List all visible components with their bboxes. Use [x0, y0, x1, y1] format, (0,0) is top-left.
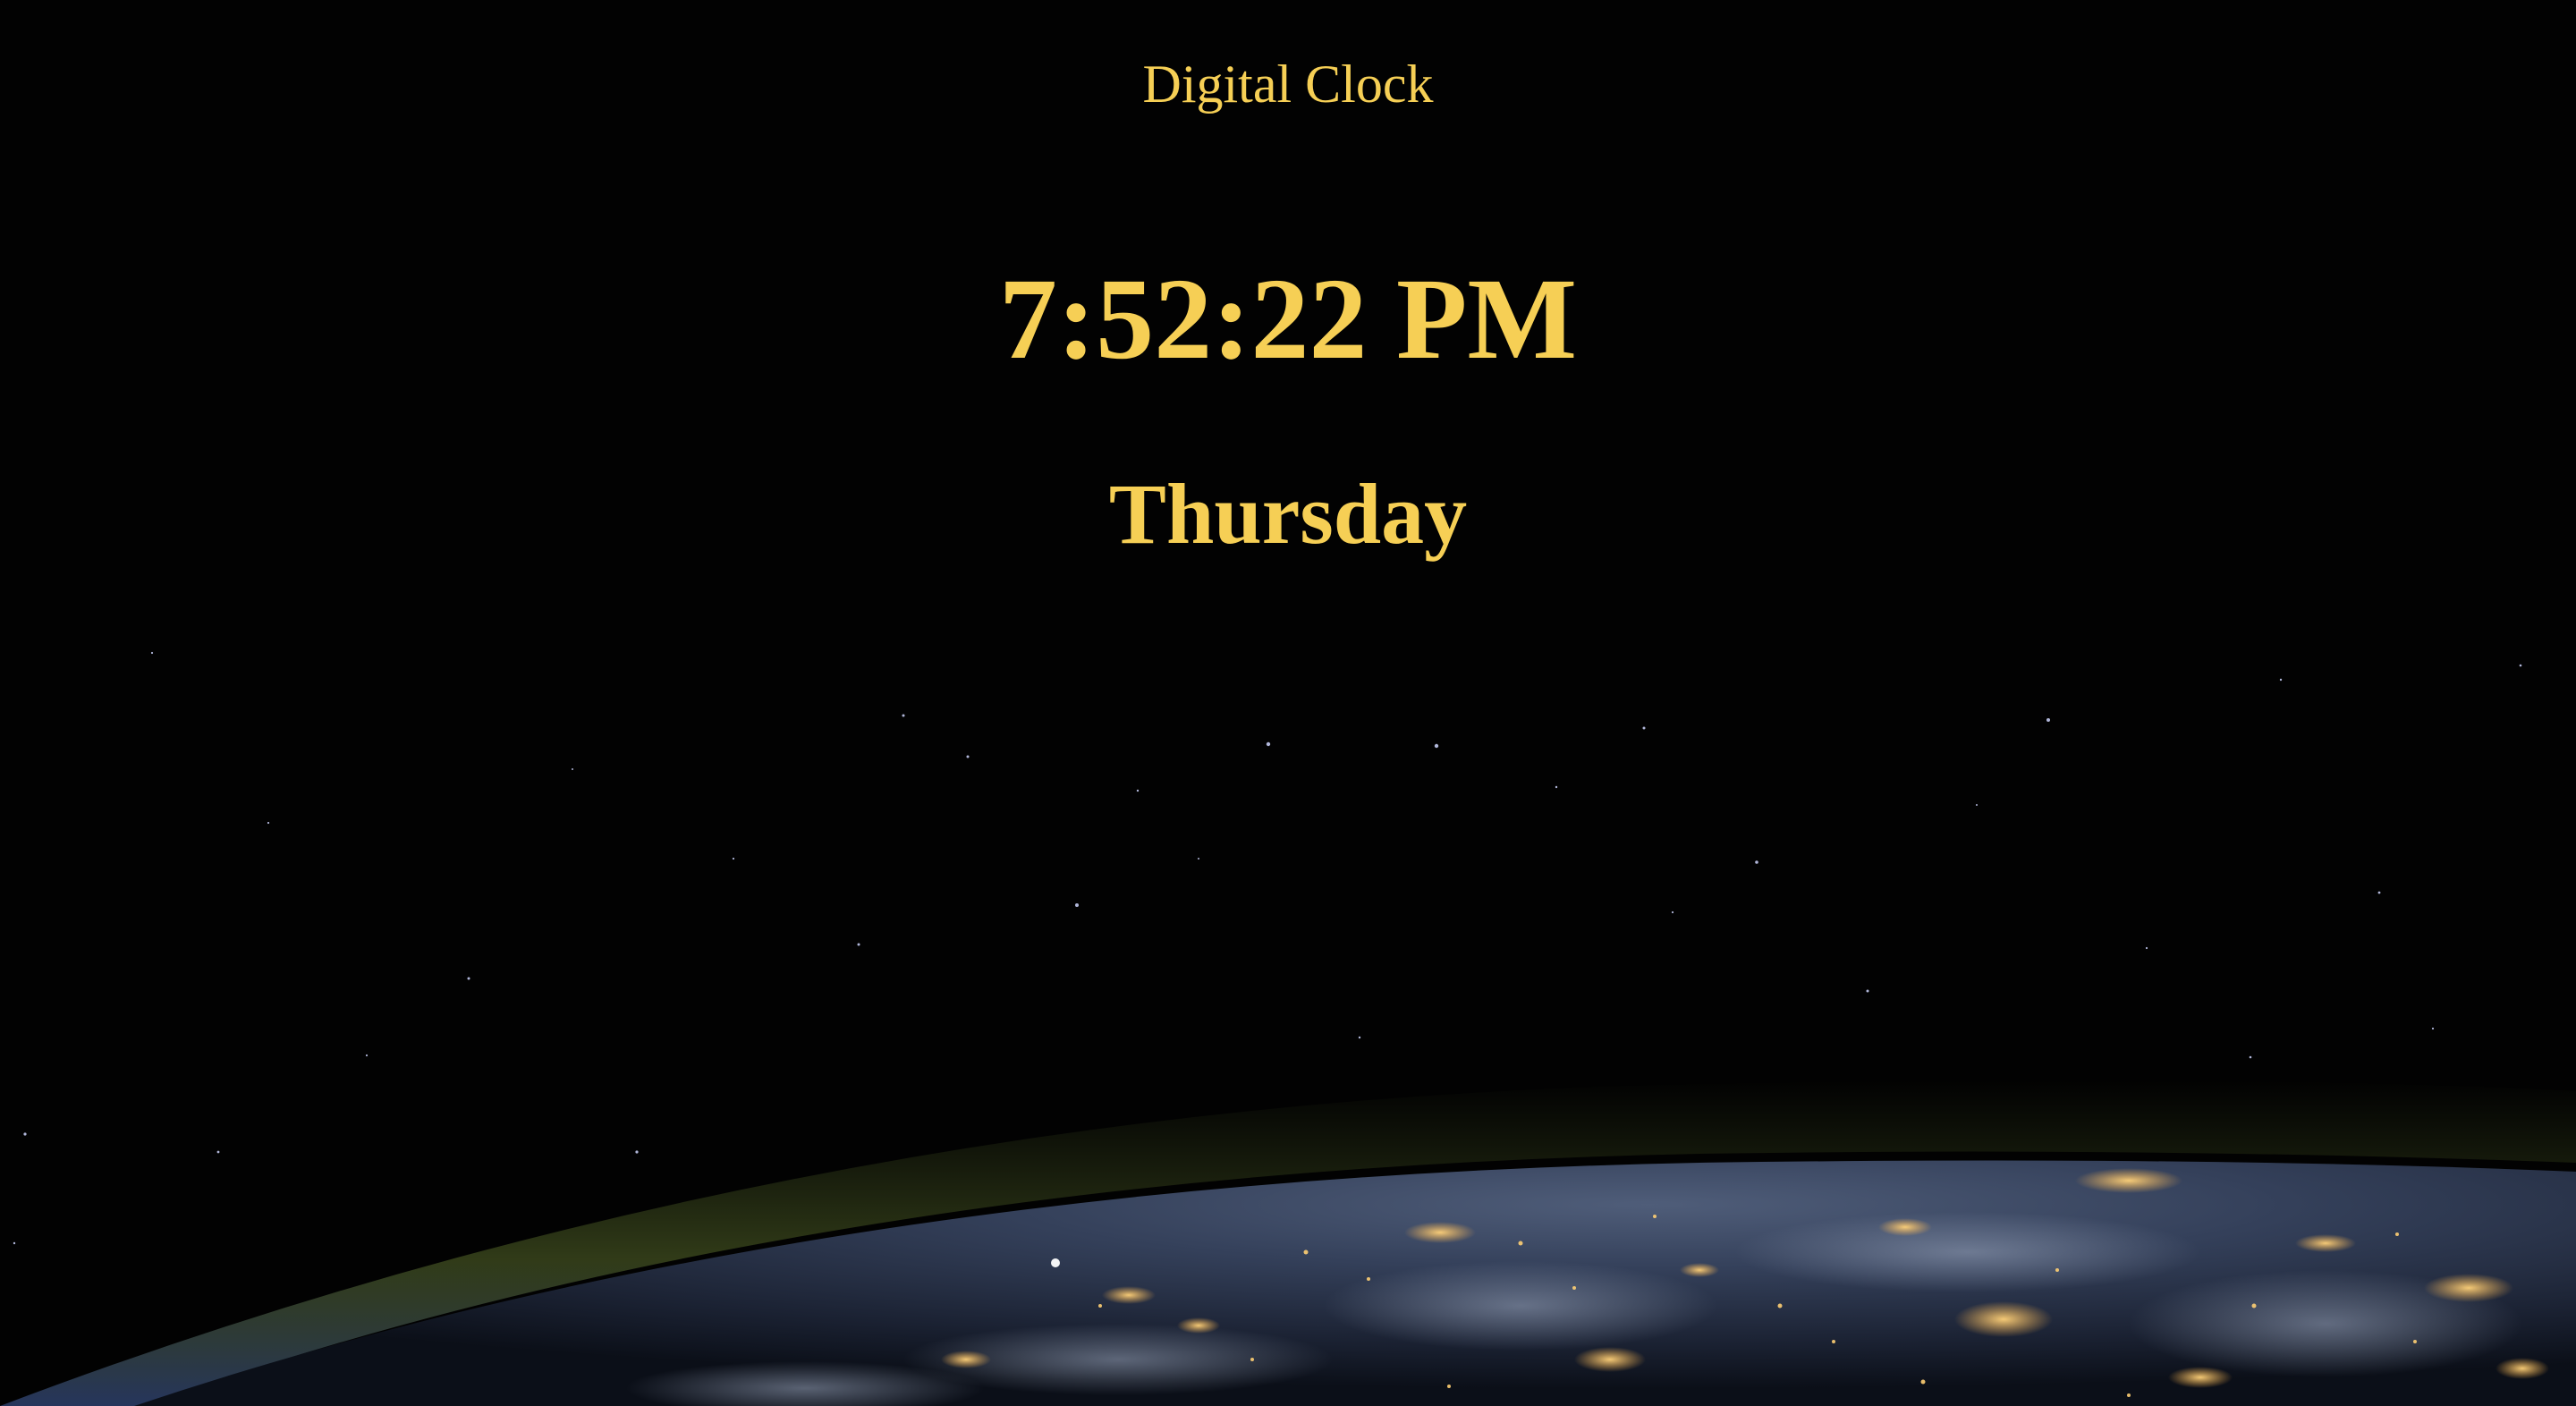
clock-time: 7:52:22 PM — [998, 255, 1578, 384]
clock-title: Digital Clock — [1142, 55, 1434, 114]
earth-night-background-image — [0, 0, 2576, 1406]
page: Digital Clock 7:52:22 PM Thursday — [0, 0, 2576, 1406]
clock-day: Thursday — [1108, 466, 1468, 562]
